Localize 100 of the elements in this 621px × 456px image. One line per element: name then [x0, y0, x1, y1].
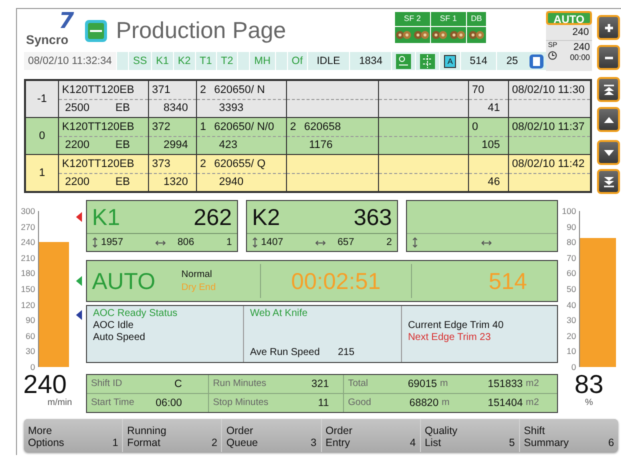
field-value: 06:00	[156, 396, 182, 409]
down-button[interactable]	[597, 140, 620, 165]
document-icon[interactable]	[529, 54, 544, 68]
field-value: 151833	[488, 378, 523, 390]
axis-label: 40	[566, 300, 576, 310]
marker-icon	[76, 276, 82, 286]
field-label: Start Time	[90, 397, 134, 408]
state-text: Normal	[181, 268, 214, 281]
axis-label: 80	[566, 237, 576, 248]
status-flag: MH	[249, 52, 275, 70]
card-width: 657	[337, 237, 354, 248]
horizontal-arrow-icon	[155, 240, 166, 246]
status-text: Next Edge Trim 23	[408, 332, 492, 344]
axis-label: 120	[20, 300, 36, 310]
section-label: SF 2	[394, 12, 430, 26]
axis-label: 20	[566, 330, 576, 341]
card-count: 1	[226, 237, 232, 248]
marker-icon	[76, 212, 82, 222]
field-value: 151404	[488, 396, 523, 409]
reel-icon	[430, 29, 448, 41]
last-button[interactable]	[597, 169, 620, 194]
axis-label: 30	[566, 315, 576, 326]
table-cell: 372	[152, 120, 170, 133]
split-icon	[420, 54, 436, 68]
status-flag: Of	[286, 52, 307, 70]
status-value: 25	[496, 52, 528, 70]
status-text: Auto Speed	[92, 332, 146, 344]
axis-label: 30	[24, 346, 36, 356]
section-label: DB	[466, 12, 486, 26]
table-cell: 620658	[304, 120, 341, 133]
page-title: Production Page	[116, 17, 286, 44]
table-cell: 373	[152, 158, 170, 170]
card-width: 806	[177, 237, 194, 248]
table-cell: 620650/ N/0	[214, 120, 274, 133]
table-cell: 2200	[65, 139, 90, 152]
section-label: SF 1	[430, 12, 466, 26]
minus-button[interactable]	[597, 45, 620, 70]
axis-label: 150	[20, 284, 36, 294]
menu-button[interactable]: Shift Summary 6	[520, 419, 618, 452]
row-index: 0	[26, 118, 59, 154]
unit-label: m	[440, 378, 448, 390]
axis-label: 70	[566, 252, 576, 263]
horizontal-arrow-icon	[480, 240, 492, 246]
row-index: -1	[26, 81, 59, 117]
status-text: AOC Idle	[92, 320, 135, 332]
field-value: 11	[318, 396, 329, 409]
menu-button[interactable]: Quality List 5	[420, 419, 520, 452]
field-label: Good	[348, 397, 372, 408]
table-cell: 2	[290, 120, 296, 133]
plus-button[interactable]	[597, 15, 620, 40]
reel-icon	[468, 29, 485, 41]
table-cell: K120TT120EB	[62, 158, 134, 170]
status-value: 514	[460, 52, 496, 70]
first-button[interactable]	[597, 77, 620, 102]
field-value: C	[174, 378, 182, 390]
table-cell: 2500	[65, 102, 90, 114]
axis-label: 50	[566, 284, 576, 294]
status-flag: K1	[150, 52, 173, 70]
table-cell: 2200	[65, 176, 90, 188]
up-button[interactable]	[597, 107, 620, 132]
axis-label: 90	[24, 315, 36, 326]
table-cell: 70	[472, 84, 484, 96]
plus-icon	[602, 22, 614, 34]
card-title: K2	[252, 204, 280, 230]
status-value: IDLE	[306, 52, 350, 70]
table-cell: 620650/ N	[214, 84, 265, 96]
axis-label: 60	[24, 330, 36, 341]
menu-button[interactable]: More Options 1	[24, 419, 124, 452]
vertical-arrow-icon	[412, 237, 418, 248]
square-icon[interactable]	[84, 18, 108, 42]
location-text: Dry End	[181, 281, 216, 294]
table-cell: 08/02/10 11:30	[512, 84, 585, 96]
letter-badge: A	[444, 54, 456, 68]
card-count: 2	[386, 237, 392, 248]
vertical-arrow-icon	[252, 237, 258, 248]
axis-label: 0	[570, 362, 576, 372]
table-cell: K120TT120EB	[62, 84, 134, 96]
card-title: K1	[92, 204, 120, 230]
field-value: 68820	[409, 396, 439, 409]
count-value: 514	[488, 268, 527, 294]
field-value: 69015	[408, 378, 438, 390]
first-icon	[602, 84, 614, 96]
menu-button[interactable]: Order Queue 3	[222, 419, 322, 452]
info-value: 215	[338, 347, 354, 359]
gauge-unit: %	[584, 397, 593, 407]
vertical-arrow-icon	[92, 237, 98, 248]
card-length: 1407	[260, 237, 284, 248]
timer-value: 00:00	[570, 53, 590, 62]
menu-button[interactable]: Order Entry 4	[322, 419, 421, 452]
elapsed-time: 00:02:51	[291, 268, 381, 294]
field-label: Run Minutes	[212, 378, 266, 390]
info-label: Ave Run Speed	[250, 347, 320, 359]
table-cell: 0	[472, 120, 478, 133]
gauge-unit: m/min	[48, 397, 72, 407]
menu-button[interactable]: Running Format 2	[123, 419, 222, 452]
status-value: 1834	[349, 52, 392, 70]
table-cell: 41	[488, 102, 500, 114]
card-value: 363	[354, 204, 392, 230]
axis-label: 300	[20, 206, 36, 216]
mode-text: AUTO	[92, 268, 156, 294]
